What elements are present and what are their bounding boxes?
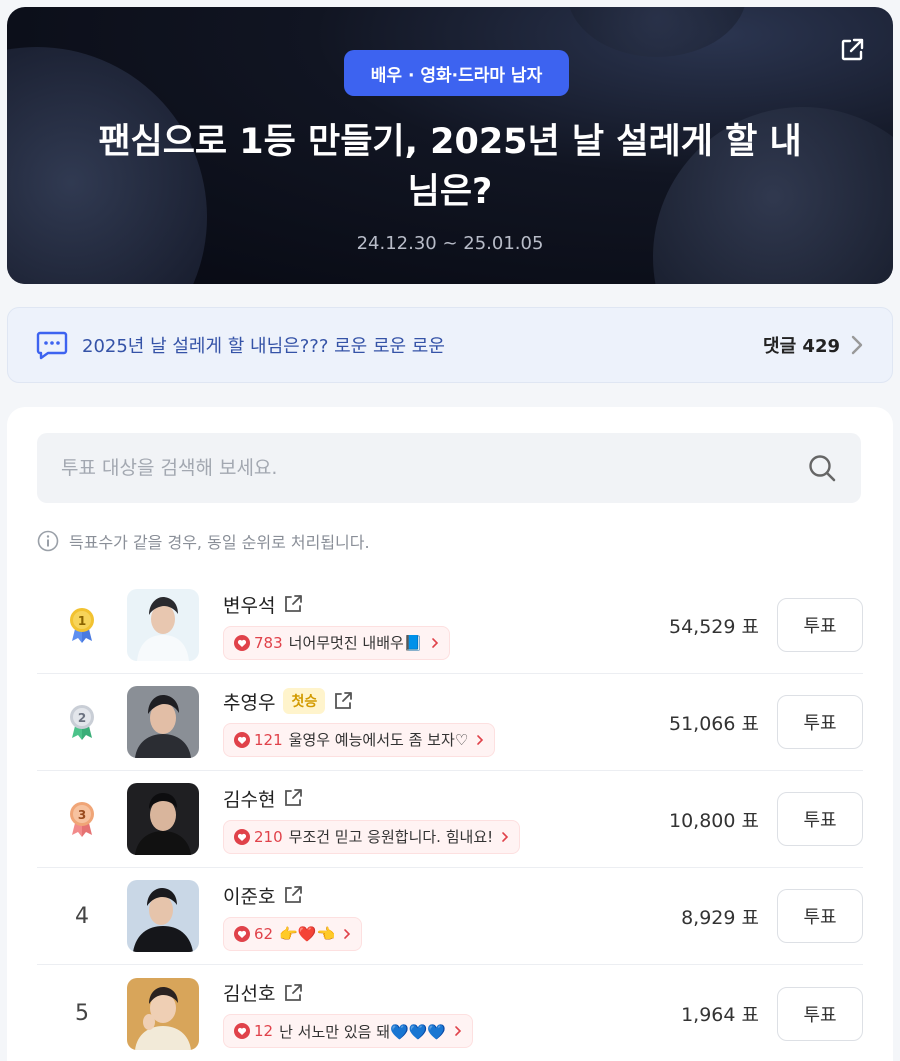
candidate-info: 이준호 62 👉❤️👈 [223,882,681,951]
candidate-info: 김선호 12 난 서노만 있음 돼💙💙💙 [223,979,681,1048]
heart-icon [234,828,250,845]
rank-number: 5 [75,1001,89,1026]
candidate-name[interactable]: 김수현 [223,785,275,812]
vote-count: 51,066 표 [668,712,759,735]
cheer-message[interactable]: 783 너어무멋진 내배우📘 [223,625,450,660]
portrait-image [127,977,199,1050]
rank-cell: 3 [37,799,127,839]
portrait-image [127,686,199,758]
cheer-count: 783 [254,633,283,652]
chevron-right-icon [455,1026,462,1036]
avatar[interactable] [127,589,199,661]
svg-text:3: 3 [78,808,86,822]
vote-card: 득표수가 같을 경우, 동일 순위로 처리됩니다. 1 변우석 [7,407,893,1061]
svg-text:1: 1 [78,614,86,628]
cheer-text: 너어무멋진 내배우📘 [288,634,423,652]
notice-text: 득표수가 같을 경우, 동일 순위로 처리됩니다. [69,533,370,552]
portrait-image [127,880,199,952]
vote-button[interactable]: 투표 [777,598,863,652]
candidate-row: 2 추영우 첫승 121 울영우 예능에서도 좀 보자♡ 51,066 표 투표 [37,674,863,771]
cheer-text: 👉❤️👈 [279,924,336,943]
cheer-message[interactable]: 121 울영우 예능에서도 좀 보자♡ [223,722,496,757]
heart-icon [234,634,250,651]
vote-count: 54,529 표 [668,615,759,638]
candidate-row: 5 김선호 12 난 서노만 있음 돼💙💙💙 1,964 표 투표 [37,965,863,1061]
cheer-count: 121 [254,730,283,749]
page-title: 팬심으로 1등 만들기, 2025년 날 설레게 할 내 님은? [98,122,802,212]
cheer-text: 울영우 예능에서도 좀 보자♡ [288,731,469,749]
share-icon[interactable] [839,37,865,63]
external-link-icon[interactable] [333,691,353,711]
vote-count: 8,929 표 [681,906,759,929]
candidate-row: 1 변우석 783 너어무멋진 내배우📘 54,529 표 투표 [37,577,863,674]
tie-notice: 득표수가 같을 경우, 동일 순위로 처리됩니다. [37,529,370,553]
search-box[interactable] [37,433,861,503]
cheer-message[interactable]: 62 👉❤️👈 [223,916,363,951]
comment-bar[interactable]: 2025년 날 설레게 할 내님은??? 로운 로운 로운 댓글 429 [7,307,893,383]
avatar[interactable] [127,880,199,952]
candidate-name[interactable]: 김선호 [223,979,275,1006]
chevron-right-icon [431,637,438,648]
rank-cell: 4 [37,904,127,929]
rank-cell: 2 [37,702,127,742]
chevron-right-icon [477,734,484,745]
cheer-message[interactable]: 12 난 서노만 있음 돼💙💙💙 [223,1014,474,1048]
comment-count: 댓글 429 [763,336,840,357]
vote-button[interactable]: 투표 [777,792,863,846]
external-link-icon[interactable] [283,788,303,808]
candidate-info: 추영우 첫승 121 울영우 예능에서도 좀 보자♡ [223,688,669,757]
gold-medal-icon: 1 [70,608,94,643]
portrait-image [127,589,199,661]
comment-preview: 2025년 날 설레게 할 내님은??? 로운 로운 로운 [82,336,445,357]
vote-button[interactable]: 투표 [777,695,863,749]
chevron-right-icon [851,335,863,355]
bronze-medal-icon: 3 [70,802,94,837]
candidate-row: 3 김수현 210 무조건 믿고 응원합니다. 힘내요! 10,800 표 투표 [37,771,863,868]
chat-icon [36,331,68,360]
banner-decoration [567,7,747,57]
svg-text:2: 2 [78,711,86,725]
candidate-name[interactable]: 변우석 [223,591,275,618]
cheer-text: 무조건 믿고 응원합니다. 힘내요! [288,828,494,846]
vote-count: 1,964 표 [681,1004,759,1026]
info-icon [37,530,59,552]
external-link-icon[interactable] [283,983,303,1003]
cheer-count: 62 [254,924,274,943]
vote-period: 24.12.30 ~ 25.01.05 [356,233,544,254]
avatar[interactable] [127,783,199,855]
heart-icon [234,1023,250,1039]
avatar[interactable] [127,686,199,758]
external-link-icon[interactable] [283,885,303,905]
rank-number: 4 [75,903,89,929]
event-banner: 배우 · 영화·드라마 남자 팬심으로 1등 만들기, 2025년 날 설레게 … [7,7,893,284]
vote-button[interactable]: 투표 [777,986,863,1041]
search-icon[interactable] [807,453,837,483]
cheer-text: 난 서노만 있음 돼💙💙💙 [279,1022,447,1041]
chevron-right-icon [502,831,509,842]
search-input[interactable] [61,457,807,479]
rank-cell: 1 [37,605,127,645]
candidate-name[interactable]: 이준호 [223,882,275,909]
rank-cell: 5 [37,1001,127,1026]
category-badge: 배우 · 영화·드라마 남자 [344,50,569,96]
chevron-right-icon [344,928,351,939]
heart-icon [234,925,250,942]
cheer-message[interactable]: 210 무조건 믿고 응원합니다. 힘내요! [223,819,521,854]
external-link-icon[interactable] [283,594,303,614]
candidate-row: 4 이준호 62 👉❤️👈 8,929 표 투표 [37,868,863,965]
vote-button[interactable]: 투표 [777,889,863,943]
heart-icon [234,731,250,748]
avatar[interactable] [127,977,199,1050]
candidate-name[interactable]: 추영우 [223,688,275,715]
cheer-count: 12 [254,1022,274,1040]
vote-count: 10,800 표 [668,809,759,832]
silver-medal-icon: 2 [70,705,94,740]
cheer-count: 210 [254,827,283,846]
first-win-badge: 첫승 [283,688,326,714]
candidate-info: 변우석 783 너어무멋진 내배우📘 [223,591,669,660]
candidate-info: 김수현 210 무조건 믿고 응원합니다. 힘내요! [223,785,669,854]
portrait-image [127,783,199,855]
